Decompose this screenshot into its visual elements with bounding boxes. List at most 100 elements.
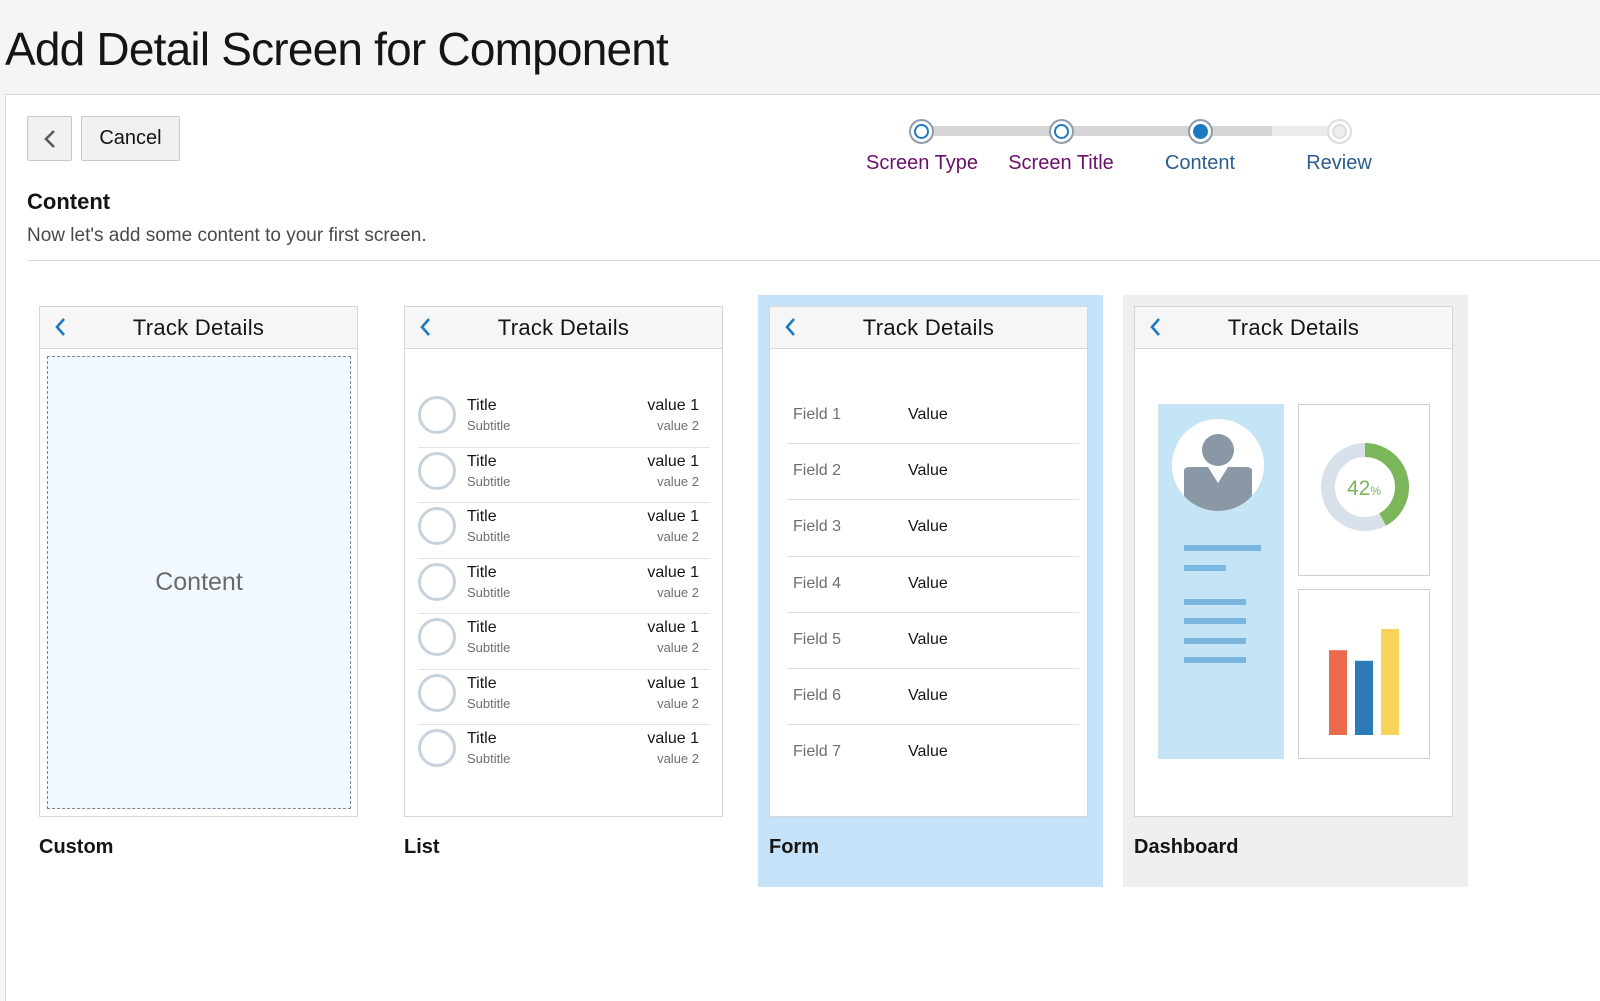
- form-field-label: Field 3: [793, 518, 842, 536]
- train-label-screen-title[interactable]: Screen Title: [1008, 152, 1114, 175]
- option-label: Dashboard: [1134, 836, 1239, 858]
- form-row: Field 4 Value: [787, 557, 1079, 613]
- bar-chart-icon: [1329, 629, 1399, 735]
- list-item-subtitle: Subtitle: [467, 584, 511, 600]
- phone-header: Track Details: [40, 307, 357, 349]
- custom-content-label: Content: [155, 568, 243, 596]
- list-item-title: Title: [467, 730, 497, 747]
- avatar-placeholder-icon: [418, 507, 456, 545]
- train-step-screen-type[interactable]: [909, 119, 934, 144]
- form-field-label: Field 6: [793, 686, 842, 704]
- form-field-label: Field 2: [793, 462, 842, 480]
- option-form[interactable]: Track Details Field 1 Value Field 2 Value …: [758, 295, 1103, 887]
- list-item-title: Title: [467, 674, 497, 692]
- list-item-subtitle: Subtitle: [467, 695, 511, 711]
- phone-header: Track Details: [1135, 307, 1452, 349]
- option-list[interactable]: Track Details Title Subtitle value 1 value …: [393, 295, 738, 887]
- train-label-screen-type[interactable]: Screen Type: [866, 152, 978, 175]
- train-label-review[interactable]: Review: [1306, 152, 1372, 175]
- donut-percentage: 42%: [1346, 477, 1382, 500]
- phone-header: Track Details: [770, 307, 1087, 349]
- list-item-title: Title: [467, 619, 497, 636]
- list-item: Title Subtitle value 1 value 2: [418, 448, 710, 503]
- list-item: Title Subtitle value 1 value 2: [418, 559, 710, 614]
- list-item-subtitle: Subtitle: [467, 640, 511, 655]
- list-preview: Title Subtitle value 1 value 2 Title Subtitl…: [418, 392, 710, 781]
- dashboard-bar-card: [1298, 589, 1430, 759]
- list-item-value2: value 2: [657, 584, 699, 600]
- list-item: Title Subtitle value 1 value 2: [418, 670, 710, 725]
- list-item: Title Subtitle value 1 value 2: [418, 725, 710, 781]
- form-row: Field 5 Value: [787, 613, 1079, 669]
- form-row: Field 7 Value: [787, 725, 1079, 781]
- wizard-panel: Cancel Screen Type Screen Title Content …: [5, 94, 1600, 1001]
- dashboard-profile-card: [1158, 404, 1284, 759]
- form-row: Field 6 Value: [787, 669, 1079, 726]
- option-label: List: [404, 836, 440, 858]
- form-field-value: Value: [908, 743, 948, 761]
- form-field-label: Field 5: [793, 630, 842, 648]
- train-track-2: [1062, 126, 1202, 136]
- list-item-value1: value 1: [647, 508, 699, 525]
- list-item: Title Subtitle value 1 value 2: [418, 614, 710, 670]
- avatar-placeholder-icon: [418, 673, 456, 712]
- list-item-value1: value 1: [647, 397, 699, 414]
- page-title: Add Detail Screen for Component: [5, 23, 669, 75]
- train-label-content[interactable]: Content: [1165, 152, 1235, 175]
- mini-bar: [1355, 660, 1373, 735]
- list-item-value2: value 2: [657, 473, 699, 489]
- list-item-value1: value 1: [647, 619, 699, 636]
- phone-preview: Track Details Content: [39, 306, 358, 817]
- option-label: Custom: [39, 836, 114, 858]
- text-line: [1184, 618, 1246, 624]
- list-item: Title Subtitle value 1 value 2: [418, 392, 710, 448]
- phone-header-title: Track Details: [132, 314, 265, 340]
- list-item-value2: value 2: [657, 751, 699, 766]
- phone-preview: Track Details Field 1 Value Field 2 Value …: [769, 306, 1088, 817]
- form-field-value: Value: [908, 518, 948, 536]
- avatar-placeholder-icon: [418, 451, 456, 490]
- list-item-value1: value 1: [647, 730, 699, 747]
- avatar-placeholder-icon: [418, 729, 456, 767]
- form-field-value: Value: [908, 574, 948, 592]
- phone-preview: Track Details Title Subtitle value 1 value …: [404, 306, 723, 817]
- list-item-value2: value 2: [657, 640, 699, 655]
- train-step-review[interactable]: [1327, 119, 1352, 144]
- section-description: Now let's add some content to your first…: [27, 225, 427, 246]
- list-item-value1: value 1: [647, 452, 699, 470]
- option-dashboard[interactable]: Track Details 42% Dashboard: [1123, 295, 1468, 887]
- user-avatar-icon: [1172, 419, 1264, 511]
- text-line: [1184, 545, 1261, 551]
- list-item-subtitle: Subtitle: [467, 473, 511, 489]
- form-row: Field 3 Value: [787, 500, 1079, 557]
- list-item-value2: value 2: [657, 529, 699, 544]
- form-field-value: Value: [908, 462, 948, 480]
- list-item-subtitle: Subtitle: [467, 529, 511, 544]
- list-item: Title Subtitle value 1 value 2: [418, 503, 710, 559]
- train-step-content[interactable]: [1188, 119, 1213, 144]
- list-item-title: Title: [467, 563, 497, 581]
- mini-bar: [1381, 629, 1399, 735]
- avatar-placeholder-icon: [418, 396, 456, 434]
- text-line: [1184, 638, 1246, 644]
- train-track-1: [922, 126, 1062, 136]
- phone-header-title: Track Details: [862, 314, 995, 340]
- phone-preview: Track Details 42%: [1134, 306, 1453, 817]
- form-field-value: Value: [908, 686, 948, 704]
- form-field-value: Value: [908, 406, 948, 423]
- mini-bar: [1329, 650, 1347, 735]
- form-row: Field 1 Value: [787, 388, 1079, 445]
- train-step-screen-title[interactable]: [1049, 119, 1074, 144]
- text-line: [1184, 565, 1226, 571]
- text-line: [1184, 657, 1246, 663]
- phone-header-title: Track Details: [497, 314, 630, 340]
- text-line: [1184, 599, 1246, 605]
- list-item-value2: value 2: [657, 695, 699, 711]
- list-item-value2: value 2: [657, 418, 699, 433]
- step-train: Screen Type Screen Title Content Review: [6, 95, 1600, 185]
- list-item-title: Title: [467, 508, 497, 525]
- form-field-label: Field 7: [793, 743, 842, 761]
- list-item-value1: value 1: [647, 563, 699, 581]
- form-preview: Field 1 Value Field 2 Value Field 3 Value F…: [787, 388, 1079, 781]
- option-custom[interactable]: Track Details Content Custom: [28, 295, 373, 887]
